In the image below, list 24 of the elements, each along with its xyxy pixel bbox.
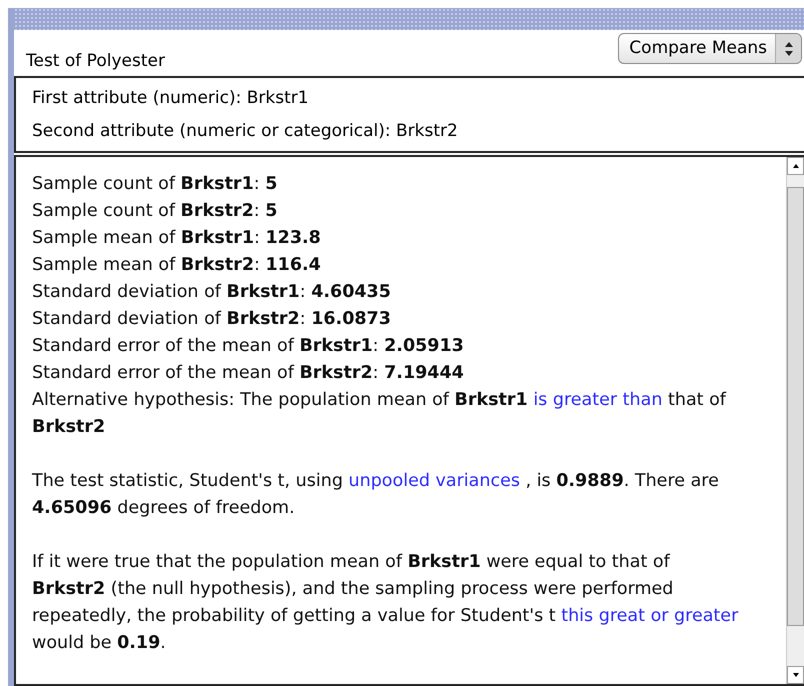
text-link[interactable]: this great or greater	[561, 606, 738, 626]
result-text: Standard deviation of Brkstr1: 4.60435	[32, 281, 392, 304]
result-text: If it were true that the population mean of Brkstr1 were equal to that of Brkstr2 (the null hypothesis), and the sampling process were performed repeatedly, the probability of getting a value for Student's t this great or greater would be 0.19.	[32, 551, 740, 655]
result-text: The test statistic, Student's t, using unpooled variances , is 0.9889. There are 4.65096 degrees of freedom.	[32, 470, 720, 520]
result-text: Standard deviation of Brkstr2: 16.0873	[32, 308, 392, 331]
scroll-up-icon[interactable]	[787, 157, 804, 175]
attribute-label: Second attribute (numeric or categorical): Brkstr2	[32, 120, 459, 143]
test-select[interactable]: Compare Means	[618, 33, 802, 64]
panel-title: Test of Polyester	[26, 50, 165, 72]
drag-bar[interactable]	[14, 8, 804, 30]
result-text: Standard error of the mean of Brkstr2: 7.19444	[32, 362, 465, 385]
text-link[interactable]: unpooled variances	[348, 471, 520, 491]
scrollbar[interactable]	[786, 157, 804, 684]
result-text: Alternative hypothesis: The population mean of Brkstr1 is greater than that of Brkstr2	[32, 389, 728, 439]
stepper-arrows-icon	[775, 34, 801, 63]
scroll-down-icon[interactable]	[787, 666, 804, 684]
result-text: Sample mean of Brkstr1: 123.8	[32, 227, 322, 250]
result-text: Sample mean of Brkstr2: 116.4	[32, 254, 322, 277]
result-text: Standard error of the mean of Brkstr1: 2.05913	[32, 335, 465, 358]
scroll-thumb[interactable]	[787, 187, 804, 626]
attribute-label: First attribute (numeric): Brkstr1	[32, 87, 310, 110]
text-link[interactable]: is greater than	[533, 390, 662, 410]
result-text: Sample count of Brkstr1: 5	[32, 173, 278, 196]
result-text: Sample count of Brkstr2: 5	[32, 200, 278, 223]
